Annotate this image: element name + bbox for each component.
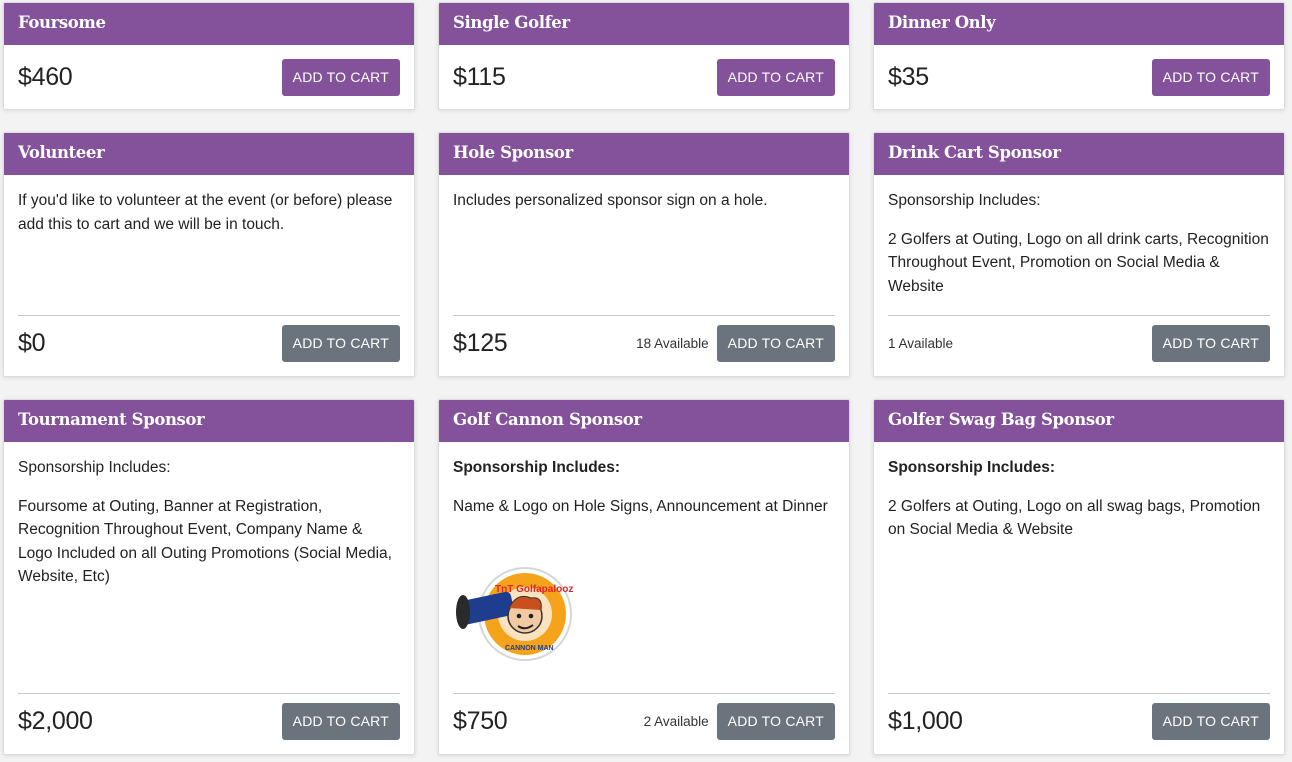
card-title: Single Golfer (439, 3, 849, 45)
product-card-volunteer: Volunteer If you'd like to volunteer at … (3, 132, 415, 377)
price: $460 (18, 62, 73, 91)
product-card-single-golfer: Single Golfer $115 ADD TO CART (438, 2, 850, 110)
add-to-cart-button[interactable]: ADD TO CART (281, 58, 400, 96)
price: $0 (18, 328, 46, 357)
product-card-hole-sponsor: Hole Sponsor Includes personalized spons… (438, 132, 850, 377)
price: $750 (453, 706, 508, 735)
add-to-cart-button[interactable]: ADD TO CART (1151, 702, 1270, 740)
add-to-cart-button[interactable]: ADD TO CART (716, 324, 835, 362)
add-to-cart-button[interactable]: ADD TO CART (281, 702, 400, 740)
card-title: Golf Cannon Sponsor (439, 400, 849, 442)
sponsorship-intro: Sponsorship Includes: (18, 459, 171, 476)
sponsorship-details: Name & Logo on Hole Signs, Announcement … (453, 497, 828, 515)
availability-count: 1 Available (888, 335, 954, 351)
sponsorship-intro: Sponsorship Includes: (888, 459, 1056, 476)
logo-text: TnT Golfapalooza (495, 584, 573, 595)
product-card-dinner-only: Dinner Only $35 ADD TO CART (873, 2, 1285, 110)
sponsorship-details: 2 Golfers at Outing, Logo on all drink c… (888, 230, 1269, 295)
sponsorship-details: 2 Golfers at Outing, Logo on all swag ba… (888, 497, 1261, 539)
add-to-cart-button[interactable]: ADD TO CART (1151, 324, 1270, 362)
sponsorship-intro: Sponsorship Includes: (453, 459, 621, 476)
sponsorship-details: Foursome at Outing, Banner at Registrati… (18, 497, 392, 586)
card-title: Tournament Sponsor (4, 400, 414, 442)
product-card-golfer-swag-bag-sponsor: Golfer Swag Bag Sponsor Sponsorship Incl… (873, 399, 1285, 755)
logo-subtext: CANNON MAN (505, 645, 554, 652)
cannon-logo-image: TnT Golfapalooza CANNON MAN (456, 567, 579, 661)
card-title: Golfer Swag Bag Sponsor (874, 400, 1284, 442)
add-to-cart-button[interactable]: ADD TO CART (716, 702, 835, 740)
product-card-golf-cannon-sponsor: Golf Cannon Sponsor Sponsorship Includes… (438, 399, 850, 755)
add-to-cart-button[interactable]: ADD TO CART (281, 324, 400, 362)
availability-count: 18 Available (636, 335, 709, 351)
card-title: Foursome (4, 3, 414, 45)
price: $115 (453, 62, 506, 91)
product-card-tournament-sponsor: Tournament Sponsor Sponsorship Includes:… (3, 399, 415, 755)
add-to-cart-button[interactable]: ADD TO CART (716, 58, 835, 96)
golf-cannon-logo: TnT Golfapalooza CANNON MAN (453, 566, 579, 666)
availability-count: 2 Available (643, 713, 709, 729)
price: $1,000 (888, 706, 963, 735)
product-card-foursome: Foursome $460 ADD TO CART (3, 2, 415, 110)
price: $35 (888, 62, 929, 91)
price: $2,000 (18, 706, 93, 735)
card-title: Drink Cart Sponsor (874, 133, 1284, 175)
card-title: Hole Sponsor (439, 133, 849, 175)
card-description: If you'd like to volunteer at the event … (18, 192, 393, 233)
price: $125 (453, 328, 508, 357)
card-title: Dinner Only (874, 3, 1284, 45)
add-to-cart-button[interactable]: ADD TO CART (1151, 58, 1270, 96)
card-title: Volunteer (4, 133, 414, 175)
product-card-drink-cart-sponsor: Drink Cart Sponsor Sponsorship Includes:… (873, 132, 1285, 377)
sponsorship-intro: Sponsorship Includes: (888, 192, 1041, 209)
card-description: Includes personalized sponsor sign on a … (453, 192, 768, 209)
